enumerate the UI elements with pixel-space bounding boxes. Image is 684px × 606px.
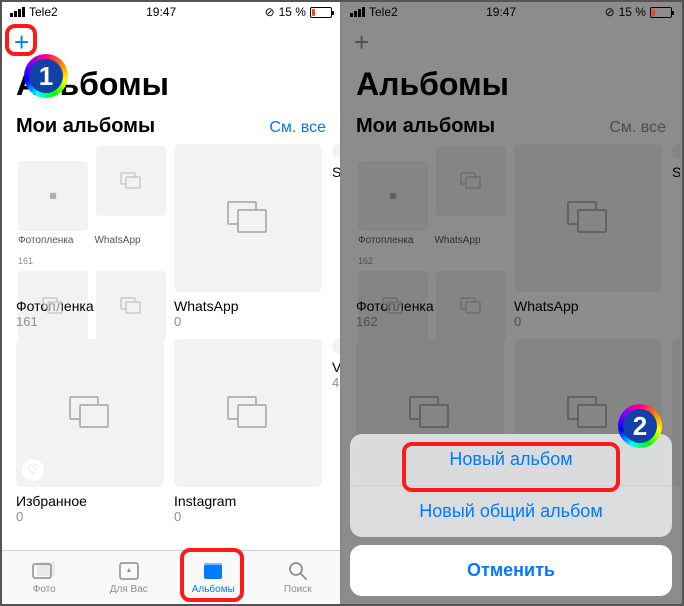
- carrier-label: Tele2: [369, 5, 398, 19]
- phone-screenshot-left: Tele2 19:47 ⊘ 15 % + Альбомы Мои альбомы…: [2, 2, 342, 604]
- clock: 19:47: [146, 5, 176, 19]
- tab-label: Для Вас: [110, 584, 148, 595]
- album-name: Instagram: [174, 493, 322, 509]
- mini-album-name: WhatsApp: [94, 235, 164, 246]
- photo-stack-icon: [121, 173, 142, 190]
- annotation-badge-1: 1: [24, 54, 68, 98]
- mini-thumb: [96, 271, 166, 341]
- status-bar: Tele2 19:47 ⊘ 15 %: [2, 2, 340, 22]
- photo-stack-icon: [227, 396, 269, 430]
- cancel-button[interactable]: Отменить: [350, 545, 672, 596]
- new-shared-album-button[interactable]: Новый общий альбом: [350, 486, 672, 537]
- album-name: S: [332, 164, 340, 180]
- photo-stack-icon: [121, 297, 142, 314]
- for-you-icon: [117, 560, 141, 582]
- tab-photos[interactable]: Фото: [2, 551, 87, 604]
- album-card[interactable]: ♡ Избранное 0: [16, 339, 164, 524]
- photo-stack-icon: [69, 396, 111, 430]
- album-name: WhatsApp: [174, 298, 322, 314]
- mini-thumb: ▦: [18, 161, 88, 231]
- new-album-button[interactable]: Новый альбом: [350, 434, 672, 486]
- annotation-badge-2: 2: [618, 404, 662, 448]
- tab-for-you[interactable]: Для Вас: [87, 551, 172, 604]
- tab-albums[interactable]: Альбомы: [171, 551, 256, 604]
- add-button[interactable]: +: [14, 29, 29, 55]
- tab-bar: Фото Для Вас Альбомы Поиск: [2, 550, 340, 604]
- tab-label: Альбомы: [192, 584, 235, 595]
- album-count: 0: [174, 509, 322, 524]
- album-card[interactable]: Instagram 0: [174, 339, 322, 524]
- albums-icon: [201, 560, 225, 582]
- album-name: V: [332, 359, 340, 375]
- battery-percent: 15 %: [619, 5, 646, 19]
- section-title: Мои альбомы: [16, 115, 155, 138]
- tab-label: Поиск: [284, 584, 312, 595]
- photo-stack-icon: [227, 201, 269, 235]
- action-sheet: Новый альбом Новый общий альбом Отменить: [350, 434, 672, 596]
- album-card-peek[interactable]: [332, 339, 340, 353]
- album-card-peek[interactable]: [332, 144, 340, 158]
- clock: 19:47: [486, 5, 516, 19]
- rotation-lock-icon: ⊘: [605, 5, 615, 19]
- rotation-lock-icon: ⊘: [265, 5, 275, 19]
- phone-screenshot-right: Tele2 19:47 ⊘ 15 % + Альбомы Мои альбомы…: [342, 2, 682, 604]
- signal-icon: [350, 7, 365, 17]
- battery-icon: [310, 7, 332, 18]
- tab-label: Фото: [33, 584, 56, 595]
- album-card[interactable]: WhatsApp 0: [174, 144, 322, 329]
- battery-percent: 15 %: [279, 5, 306, 19]
- mini-thumb: [96, 146, 166, 216]
- album-count: 0: [174, 314, 322, 329]
- album-name: Избранное: [16, 493, 164, 509]
- album-count: 4: [332, 375, 340, 390]
- search-icon: [286, 560, 310, 582]
- album-count: 0: [16, 509, 164, 524]
- battery-icon: [650, 7, 672, 18]
- see-all-link[interactable]: См. все: [269, 119, 326, 137]
- photo-stack-icon: [43, 297, 64, 314]
- photos-icon: [32, 560, 56, 582]
- heart-icon: ♡: [22, 459, 44, 481]
- signal-icon: [10, 7, 25, 17]
- status-bar: Tele2 19:47 ⊘ 15 %: [342, 2, 680, 22]
- mini-album-name: Фотопленка: [18, 235, 88, 246]
- mini-album-count: 161: [18, 256, 88, 266]
- album-card[interactable]: ▦ Фотопленка WhatsApp 161: [16, 144, 164, 329]
- tab-search[interactable]: Поиск: [256, 551, 341, 604]
- carrier-label: Tele2: [29, 5, 58, 19]
